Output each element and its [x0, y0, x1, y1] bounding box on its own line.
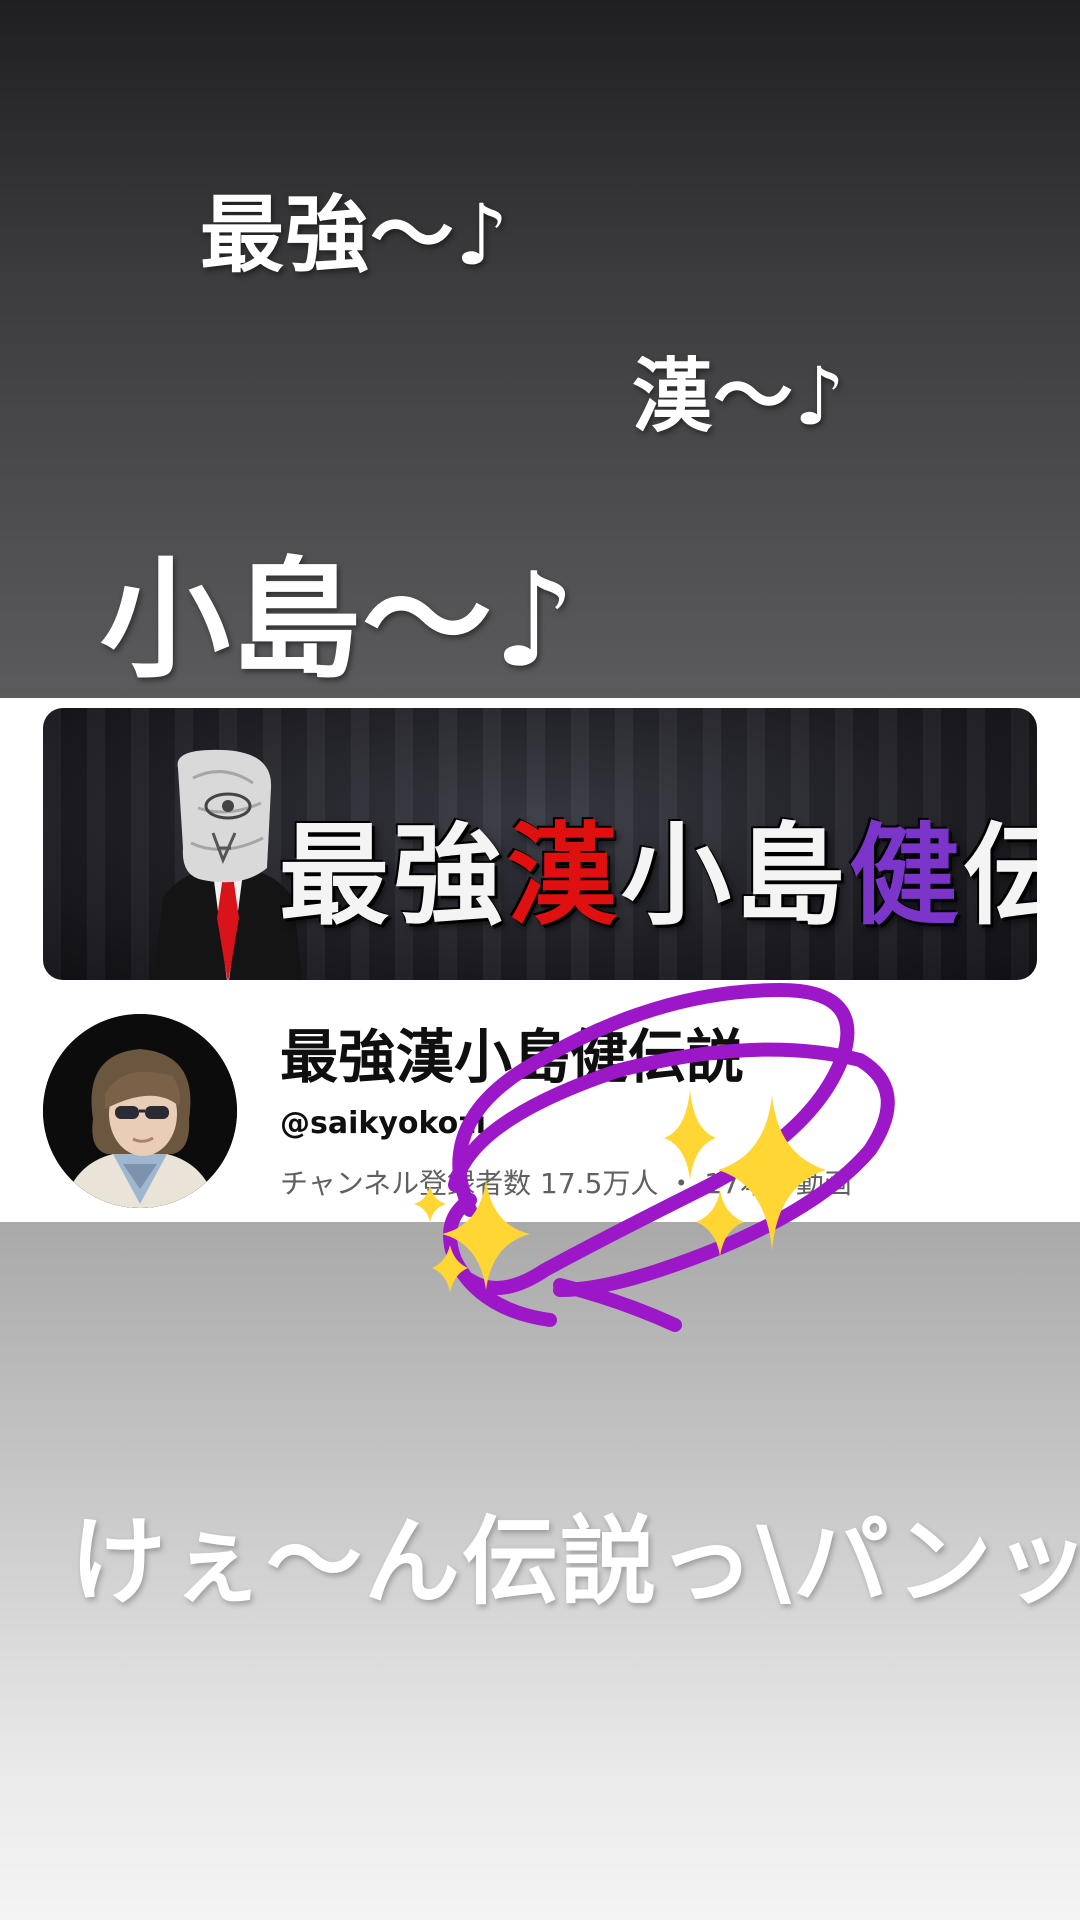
channel-card[interactable]: 最強漢小島健伝説 最強漢小島健伝説 @saikyokozi チャンネル登録者数 … [0, 698, 1080, 1222]
tagline-text: けぇ〜ん伝説っ\パンッ/ [70, 1506, 1080, 1618]
channel-banner: 最強漢小島健伝説 [43, 708, 1037, 980]
lyric-line-1: 最強〜♪ [200, 186, 510, 284]
channel-avatar[interactable] [43, 1014, 237, 1208]
lyric-line-2: 漢〜♪ [632, 350, 847, 443]
lyric-line-3: 小島〜♪ [100, 544, 577, 696]
banner-title-part: 小島 [621, 811, 849, 940]
tagline-panel: けぇ〜ん伝説っ\パンッ/ [0, 1222, 1080, 1920]
lyrics-panel: 最強〜♪ 漢〜♪ 小島〜♪ [0, 0, 1080, 698]
channel-stats: チャンネル登録者数 17.5万人 ・ 17本の動画 [280, 1167, 852, 1200]
channel-name[interactable]: 最強漢小島健伝説 [280, 1010, 744, 1094]
banner-title: 最強漢小島健伝説 [279, 786, 1037, 946]
banner-title-part: 伝説 [963, 811, 1037, 940]
banner-title-part: 最強 [279, 811, 507, 940]
channel-handle[interactable]: @saikyokozi [280, 1106, 486, 1141]
banner-title-part-purple: 健 [849, 811, 963, 940]
banner-title-part-red: 漢 [507, 811, 621, 940]
